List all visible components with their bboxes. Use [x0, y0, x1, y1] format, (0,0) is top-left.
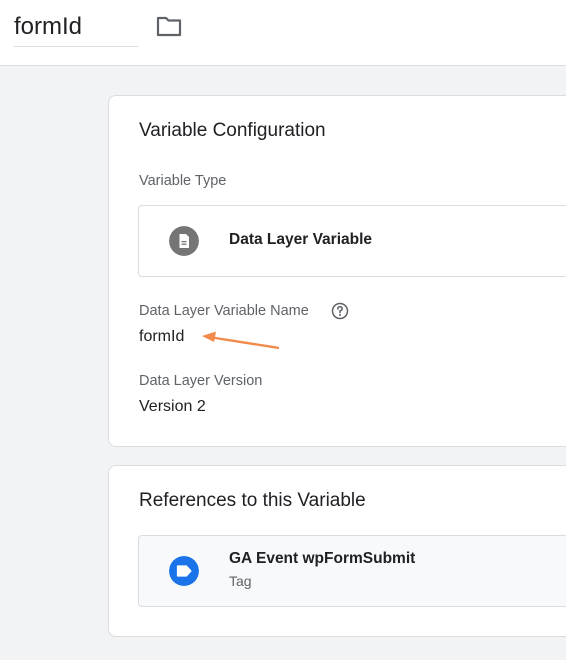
help-icon[interactable]	[331, 302, 349, 320]
data-layer-version-label: Data Layer Version	[139, 373, 263, 389]
reference-name: GA Event wpFormSubmit	[229, 550, 416, 567]
variable-type-label: Variable Type	[139, 173, 227, 189]
document-icon	[169, 226, 199, 256]
variable-type-name: Data Layer Variable	[229, 231, 373, 248]
variable-configuration-card: Variable Configuration Variable Type Dat…	[108, 95, 566, 447]
top-bar: formId	[0, 0, 566, 66]
reference-item[interactable]: GA Event wpFormSubmit Tag	[138, 535, 566, 607]
card-title-configuration: Variable Configuration	[139, 120, 326, 141]
variable-type-selector[interactable]: Data Layer Variable	[138, 205, 566, 277]
references-card: References to this Variable GA Event wpF…	[108, 465, 566, 637]
card-title-references: References to this Variable	[139, 490, 366, 511]
annotation-arrow	[202, 331, 279, 350]
data-layer-version-value: Version 2	[139, 398, 206, 415]
reference-type: Tag	[229, 573, 252, 589]
folder-icon[interactable]	[156, 14, 182, 38]
variable-name-input[interactable]: formId	[14, 8, 138, 47]
data-layer-variable-name-value: formId	[139, 328, 185, 345]
data-layer-variable-name-label: Data Layer Variable Name	[139, 303, 309, 319]
tag-icon	[169, 556, 199, 586]
